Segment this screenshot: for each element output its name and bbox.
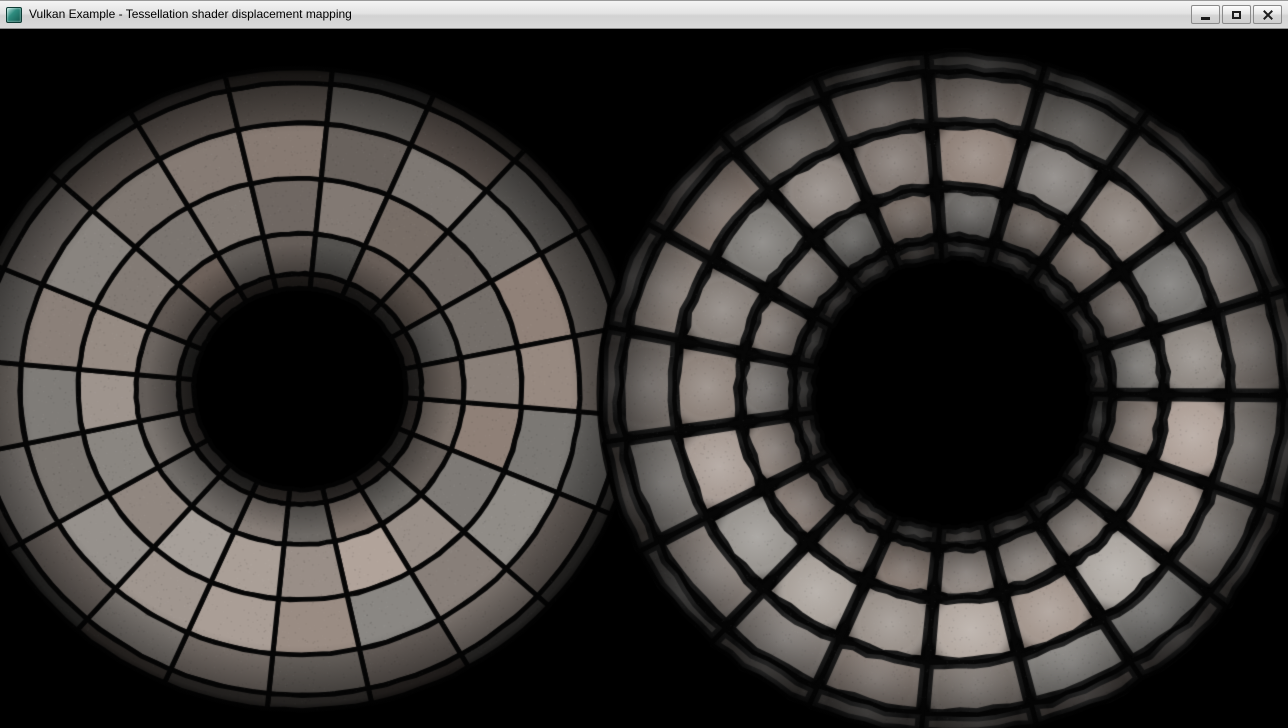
client-area xyxy=(0,29,1288,728)
close-icon xyxy=(1263,10,1273,20)
app-icon xyxy=(6,7,22,23)
app-window: Vulkan Example - Tessellation shader dis… xyxy=(0,0,1288,728)
maximize-icon xyxy=(1232,11,1241,19)
minimize-icon xyxy=(1201,17,1210,20)
titlebar[interactable]: Vulkan Example - Tessellation shader dis… xyxy=(0,1,1288,29)
window-title: Vulkan Example - Tessellation shader dis… xyxy=(29,1,352,28)
render-viewport[interactable] xyxy=(0,29,1288,728)
close-button[interactable] xyxy=(1253,5,1282,24)
window-controls xyxy=(1191,5,1282,24)
minimize-button[interactable] xyxy=(1191,5,1220,24)
maximize-button[interactable] xyxy=(1222,5,1251,24)
